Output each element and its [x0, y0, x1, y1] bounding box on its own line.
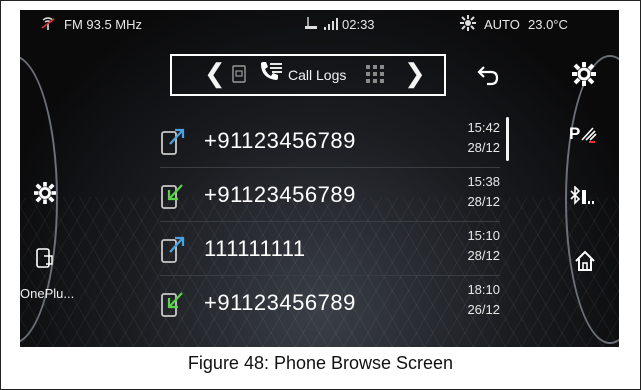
call-timestamp: 18:10 26/12: [467, 282, 500, 317]
next-arrow-icon[interactable]: ❯: [404, 58, 426, 89]
bluetooth-audio-icon[interactable]: [569, 185, 597, 211]
scrollbar-thumb[interactable]: [506, 117, 509, 161]
incoming-call-icon: [160, 288, 186, 318]
prev-arrow-icon[interactable]: ❮: [204, 58, 226, 89]
call-timestamp: 15:10 28/12: [467, 228, 500, 263]
call-timestamp: 15:38 28/12: [467, 174, 500, 209]
call-log-row[interactable]: 111111111 15:10 28/12: [160, 222, 500, 276]
radio-station: FM 93.5 MHz: [64, 17, 143, 32]
figure-caption: Figure 48: Phone Browse Screen: [187, 353, 454, 373]
home-icon[interactable]: [574, 250, 596, 277]
phone-number: +91123456789: [204, 290, 356, 315]
call-log-row[interactable]: +91123456789 15:42 28/12: [160, 114, 500, 168]
outgoing-call-icon: [160, 234, 186, 264]
phone-device-icon[interactable]: [36, 248, 54, 273]
bluetooth-phone-icon: [304, 16, 318, 33]
call-log-row[interactable]: +91123456789 18:10 26/12: [160, 276, 500, 330]
temperature: 23.0°C: [528, 17, 568, 32]
phone-number: 111111111: [204, 236, 306, 261]
nav-title: Call Logs: [288, 67, 347, 83]
call-timestamp: 15:42 28/12: [467, 120, 500, 155]
fan-icon: [460, 15, 476, 34]
back-icon[interactable]: [476, 64, 500, 91]
call-log-row[interactable]: +91123456789 15:38 28/12: [160, 168, 500, 222]
device-name[interactable]: OnePlu...: [20, 286, 74, 301]
phone-number: +91123456789: [204, 182, 356, 207]
call-logs-icon: [258, 61, 284, 90]
outgoing-call-icon: [160, 126, 186, 156]
svg-text:P: P: [569, 124, 580, 143]
radio-signal-icon: [40, 17, 56, 34]
contacts-book-icon[interactable]: [232, 65, 246, 88]
infotainment-screen: FM 93.5 MHz 02:33 AUTO 23.0°C ❮ Call Log…: [20, 10, 619, 347]
parking-assist-icon[interactable]: P: [569, 122, 597, 149]
phone-settings-gear-icon[interactable]: [34, 182, 56, 209]
climate-mode: AUTO: [484, 17, 520, 32]
settings-gear-icon[interactable]: [572, 62, 596, 91]
incoming-call-icon: [160, 180, 186, 210]
signal-strength-icon: [324, 18, 338, 33]
dialpad-icon[interactable]: [366, 65, 384, 88]
status-bar: FM 93.5 MHz 02:33 AUTO 23.0°C: [20, 10, 619, 36]
phone-number: +91123456789: [204, 128, 356, 153]
clock: 02:33: [342, 17, 375, 32]
